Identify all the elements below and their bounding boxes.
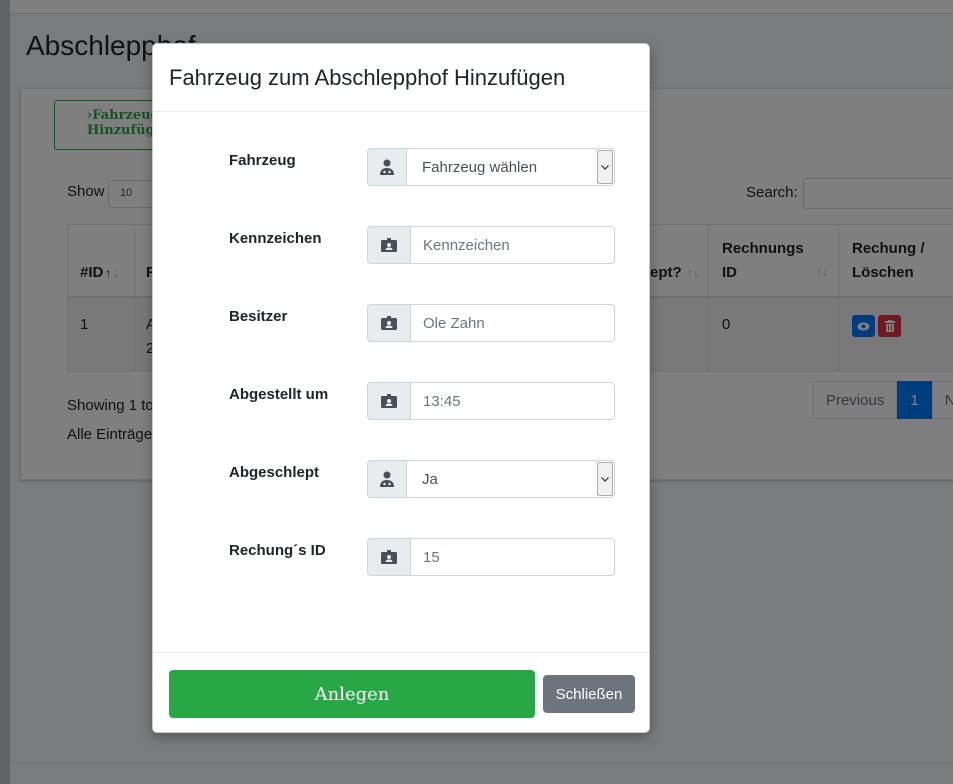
id-card-icon [381,550,397,564]
id-badge-addon [367,226,411,264]
abgeschlept-select[interactable]: Ja [406,460,615,498]
fahrzeug-label: Fahrzeug [229,152,296,169]
id-card-icon [381,316,397,330]
id-card-icon [381,238,397,252]
id-card-icon [381,394,397,408]
id-badge-addon [367,382,411,420]
abgestellt-input[interactable]: 13:45 [410,382,615,420]
id-badge-addon [367,538,411,576]
besitzer-label: Besitzer [229,308,288,325]
rechnung-id-label: Rechung´s ID [229,542,326,559]
abgeschlept-group: Ja [367,460,615,498]
fahrzeug-select[interactable]: Fahrzeug wählen [406,148,615,186]
besitzer-group: Ole Zahn [367,304,615,342]
chevron-down-icon [597,462,613,496]
abgeschlept-select-value: Ja [422,470,438,488]
modal-footer: Anlegen Schließen [153,652,649,732]
add-vehicle-modal: Fahrzeug zum Abschlepphof Hinzufügen Fah… [152,43,650,733]
user-doctor-icon [380,471,394,487]
abgeschlept-label: Abgeschlept [229,464,320,481]
user-icon-addon [367,148,407,186]
besitzer-input[interactable]: Ole Zahn [410,304,615,342]
id-badge-addon [367,304,411,342]
fahrzeug-group: Fahrzeug wählen [367,148,615,186]
kennzeichen-label: Kennzeichen [229,230,322,247]
fahrzeug-select-value: Fahrzeug wählen [422,158,538,176]
user-doctor-icon [380,159,394,175]
chevron-down-icon [597,150,613,184]
rechnung-id-group: 15 [367,538,615,576]
rechnung-id-input[interactable]: 15 [410,538,615,576]
user-icon-addon [367,460,407,498]
kennzeichen-input[interactable]: Kennzeichen [410,226,615,264]
anlegen-button[interactable]: Anlegen [169,670,535,718]
schliessen-button[interactable]: Schließen [543,675,635,713]
abgestellt-label: Abgestellt um [229,386,329,403]
kennzeichen-group: Kennzeichen [367,226,615,264]
modal-title: Fahrzeug zum Abschlepphof Hinzufügen [169,65,566,90]
abgestellt-group: 13:45 [367,382,615,420]
modal-header: Fahrzeug zum Abschlepphof Hinzufügen [153,44,649,112]
